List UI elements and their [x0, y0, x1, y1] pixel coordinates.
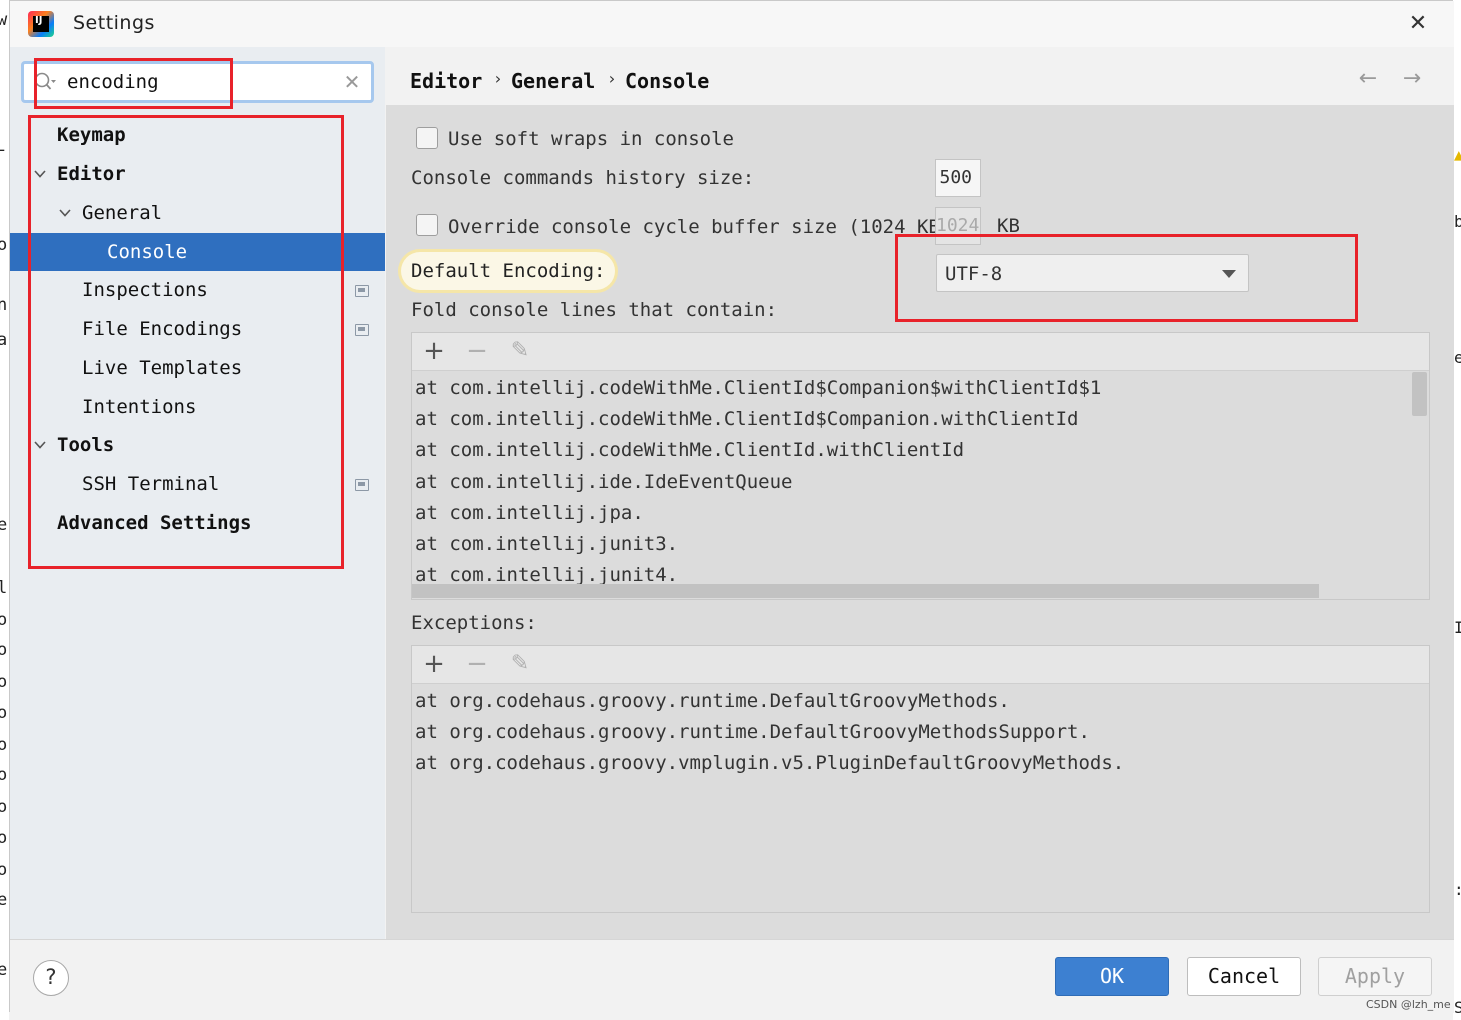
watermark: CSDN @lzh_me	[1366, 998, 1451, 1011]
tree-item-keymap[interactable]: Keymap	[10, 116, 385, 154]
buffer-size-field[interactable]: 1024	[935, 207, 981, 245]
default-encoding-label: Default Encoding:	[411, 260, 606, 282]
tree-item-ssh-terminal[interactable]: SSH Terminal	[10, 465, 385, 503]
project-settings-icon	[355, 285, 369, 297]
tree-item-label: File Encodings	[82, 318, 243, 340]
tree-item-editor[interactable]: Editor	[10, 155, 385, 193]
list-item[interactable]: at org.codehaus.groovy.vmplugin.v5.Plugi…	[415, 748, 1124, 778]
back-arrow-icon[interactable]: ←	[1354, 67, 1382, 91]
list-item[interactable]: at com.intellij.codeWithMe.ClientId$Comp…	[415, 373, 1101, 403]
title-bar: IJ Settings ✕	[10, 1, 1454, 47]
list-item[interactable]: at org.codehaus.groovy.runtime.DefaultGr…	[415, 717, 1090, 747]
fold-lines-label: Fold console lines that contain:	[411, 299, 778, 321]
fold-lines-list: at com.intellij.codeWithMe.ClientId$Comp…	[412, 372, 1429, 599]
settings-sidebar: ✕ Keymap Editor General Console Inspecti…	[10, 47, 385, 939]
window-title: Settings	[73, 12, 155, 34]
tree-item-intentions[interactable]: Intentions	[10, 388, 385, 426]
tree-item-general[interactable]: General	[10, 194, 385, 232]
soft-wraps-checkbox[interactable]	[416, 127, 438, 149]
dialog-button-bar: ? OK Cancel Apply CSDN @lzh_me	[10, 939, 1454, 1013]
chevron-down-icon[interactable]	[33, 438, 47, 452]
search-box[interactable]: ✕	[21, 61, 374, 103]
add-icon[interactable]: +	[419, 336, 449, 366]
breadcrumb-editor[interactable]: Editor	[410, 69, 482, 93]
tree-item-tools[interactable]: Tools	[10, 426, 385, 464]
default-encoding-value: UTF-8	[945, 263, 1003, 285]
history-size-label: Console commands history size:	[411, 167, 755, 189]
add-icon[interactable]: +	[419, 649, 449, 679]
exceptions-list: at org.codehaus.groovy.runtime.DefaultGr…	[412, 685, 1429, 912]
list-item[interactable]: at com.intellij.jpa.	[415, 498, 644, 528]
tree-item-console[interactable]: Console	[10, 233, 385, 271]
list-item[interactable]: at com.intellij.junit3.	[415, 529, 678, 559]
breadcrumb-console: Console	[625, 69, 710, 93]
horizontal-scrollbar-thumb[interactable]	[412, 584, 1319, 598]
search-input[interactable]	[67, 69, 327, 95]
buffer-unit-label: KB	[997, 215, 1020, 237]
breadcrumb: Editor › General › Console ← →	[386, 47, 1454, 105]
default-encoding-label-highlight: Default Encoding:	[401, 252, 616, 290]
tree-item-label: Intentions	[82, 396, 197, 418]
chevron-down-icon[interactable]	[58, 206, 72, 220]
close-button[interactable]: ✕	[1404, 10, 1432, 38]
background-ide-left-edge: w-o nae loo ooo ooo oee	[0, 0, 9, 1020]
background-ide-right-edge: ▲be I:S	[1453, 0, 1461, 1020]
override-buffer-checkbox[interactable]	[416, 214, 438, 236]
project-settings-icon	[355, 479, 369, 491]
fold-lines-toolbar: + − ✎	[412, 333, 1429, 371]
tree-item-label: Keymap	[57, 124, 126, 146]
apply-button[interactable]: Apply	[1318, 957, 1432, 996]
breadcrumb-general[interactable]: General	[511, 69, 595, 93]
tree-item-label: Editor	[57, 163, 126, 185]
settings-content: Editor › General › Console ← → Use soft …	[386, 47, 1454, 939]
list-item[interactable]: at org.codehaus.groovy.runtime.DefaultGr…	[415, 686, 1010, 716]
ok-button[interactable]: OK	[1055, 957, 1169, 996]
exceptions-toolbar: + − ✎	[412, 646, 1429, 684]
edit-icon[interactable]: ✎	[505, 649, 535, 679]
tree-item-file-encodings[interactable]: File Encodings	[10, 310, 385, 348]
settings-dialog: IJ Settings ✕ ✕ Keymap Editor General Co…	[9, 0, 1454, 1013]
chevron-down-icon[interactable]	[33, 167, 47, 181]
edit-icon[interactable]: ✎	[505, 336, 535, 366]
forward-arrow-icon[interactable]: →	[1398, 67, 1426, 91]
exceptions-label: Exceptions:	[411, 612, 537, 634]
default-encoding-select[interactable]: UTF-8	[936, 254, 1249, 292]
exceptions-panel: + − ✎ at org.codehaus.groovy.runtime.Def…	[411, 645, 1430, 913]
list-item[interactable]: at com.intellij.codeWithMe.ClientId$Comp…	[415, 404, 1078, 434]
tree-item-live-templates[interactable]: Live Templates	[10, 349, 385, 387]
soft-wraps-label: Use soft wraps in console	[448, 128, 734, 150]
list-item[interactable]: at com.intellij.ide.IdeEventQueue	[415, 467, 793, 497]
tree-item-label: Advanced Settings	[57, 512, 252, 534]
history-size-field[interactable]: 500	[935, 159, 981, 197]
fold-lines-panel: + − ✎ at com.intellij.codeWithMe.ClientI…	[411, 332, 1430, 600]
clear-search-icon[interactable]: ✕	[340, 68, 364, 96]
help-button[interactable]: ?	[33, 960, 69, 996]
remove-icon[interactable]: −	[462, 336, 492, 366]
list-item[interactable]: at com.intellij.codeWithMe.ClientId.with…	[415, 435, 964, 465]
breadcrumb-separator: ›	[493, 69, 503, 88]
tree-item-label: Tools	[57, 434, 115, 456]
remove-icon[interactable]: −	[462, 649, 492, 679]
tree-item-label: Live Templates	[82, 357, 243, 379]
tree-item-inspections[interactable]: Inspections	[10, 271, 385, 309]
override-buffer-label: Override console cycle buffer size (1024…	[448, 216, 952, 238]
dropdown-arrow-icon	[1222, 270, 1236, 278]
tree-item-label: General	[82, 202, 163, 224]
project-settings-icon	[355, 324, 369, 336]
vertical-scrollbar-thumb[interactable]	[1412, 372, 1427, 416]
tree-item-label: Inspections	[82, 279, 208, 301]
breadcrumb-separator: ›	[607, 69, 617, 88]
tree-item-advanced-settings[interactable]: Advanced Settings	[10, 504, 385, 542]
tree-item-label: Console	[107, 241, 188, 263]
intellij-logo-icon: IJ	[28, 11, 54, 37]
tree-item-label: SSH Terminal	[82, 473, 220, 495]
cancel-button[interactable]: Cancel	[1187, 957, 1301, 996]
search-icon[interactable]	[33, 71, 57, 93]
